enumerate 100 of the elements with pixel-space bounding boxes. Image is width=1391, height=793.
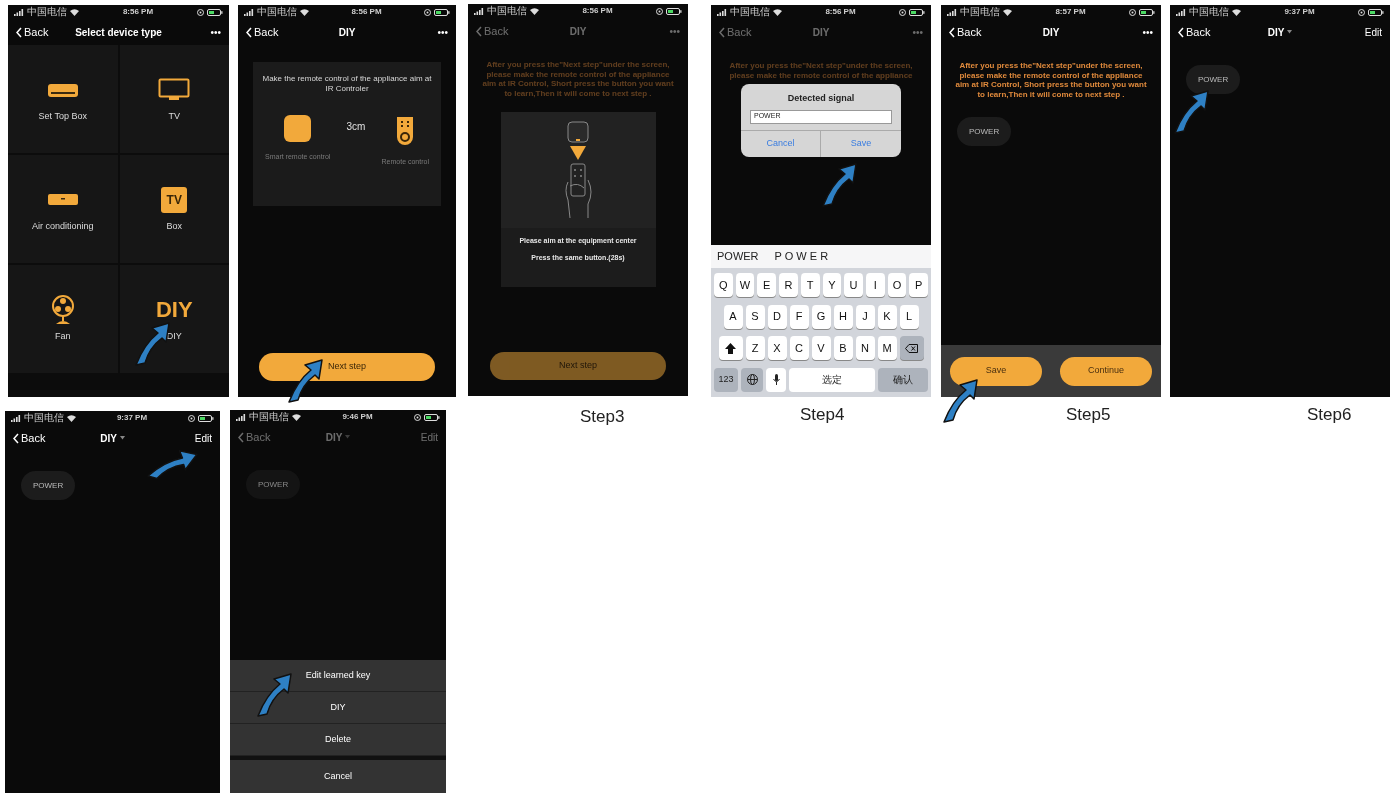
status-time: 9:37 PM: [116, 414, 148, 422]
keyboard-key[interactable]: H: [833, 304, 853, 329]
pointer-arrow: [940, 378, 980, 424]
back-button[interactable]: Back: [719, 23, 752, 41]
word-suggestion[interactable]: POWER: [717, 248, 759, 265]
nav-action-button[interactable]: •••: [437, 24, 448, 40]
learned-key-button[interactable]: POWER: [957, 117, 1012, 147]
globe-key[interactable]: [741, 367, 763, 392]
back-button[interactable]: Back: [476, 22, 509, 40]
screen-title: DIY: [812, 25, 830, 40]
dialog-title: Detected signal: [786, 92, 856, 105]
delete-key[interactable]: [899, 336, 924, 361]
keyboard-key[interactable]: Q: [714, 273, 733, 297]
chevron-left-icon: [1178, 26, 1184, 38]
battery-icon: [207, 8, 223, 16]
keyboard-key[interactable]: F: [789, 304, 809, 329]
nav-action-button[interactable]: Edit: [1364, 24, 1382, 40]
title-dropdown[interactable]: DIY: [1267, 24, 1293, 40]
return-key[interactable]: 确认: [878, 367, 928, 392]
keyboard-key[interactable]: T: [800, 273, 820, 297]
back-button[interactable]: Back: [13, 429, 46, 447]
instruction-text: After you press the"Next step"under the screen, please make the remote control of the appliance: [728, 61, 914, 81]
carrier-name: 中国电信: [1189, 7, 1229, 17]
keyboard-key[interactable]: C: [789, 336, 809, 361]
title-dropdown[interactable]: DIY: [100, 430, 125, 446]
keyboard-key[interactable]: K: [877, 304, 897, 329]
nav-action-button[interactable]: Edit: [420, 429, 438, 445]
device-tile[interactable]: Fan: [8, 265, 118, 373]
learned-key-button[interactable]: POWER: [246, 470, 301, 499]
device-tile[interactable]: TV Box: [119, 155, 229, 263]
tv-icon: [158, 78, 191, 102]
status-time: 8:56 PM: [825, 8, 856, 16]
tile-label: Fan: [54, 330, 72, 342]
microphone-key[interactable]: [766, 367, 786, 392]
alarm-icon: [414, 413, 421, 421]
caret-icon: [119, 436, 125, 440]
cancel-button[interactable]: Cancel: [230, 760, 446, 793]
device-tile[interactable]: Air conditioning: [8, 155, 118, 263]
back-button[interactable]: Back: [949, 23, 982, 41]
set-top-box-icon: [46, 81, 79, 99]
keyboard-key[interactable]: D: [767, 304, 787, 329]
keyboard-key[interactable]: S: [745, 304, 765, 329]
action-sheet-item[interactable]: Delete: [230, 724, 446, 756]
keyboard-key[interactable]: W: [735, 273, 755, 297]
nav-action-button[interactable]: Edit: [194, 430, 212, 446]
action-sheet-item[interactable]: Edit learned key: [230, 660, 446, 692]
keyboard-key[interactable]: J: [855, 304, 875, 329]
keyboard-key[interactable]: M: [877, 336, 897, 361]
wifi-icon: [1232, 8, 1241, 16]
footer-button[interactable]: Continue: [1060, 356, 1152, 386]
instruction-text: After you press the"Next step"under the screen, please make the remote control of the appliance aim at IR Control, Short press the button you want to learn,Then it will come to next step .: [481, 60, 675, 99]
device-tile[interactable]: TV: [119, 45, 229, 153]
numbers-key[interactable]: 123: [714, 367, 738, 392]
screen-title: DIY: [1042, 25, 1060, 40]
keyboard-key[interactable]: E: [757, 273, 777, 297]
keyboard-key[interactable]: V: [811, 336, 831, 361]
learned-key-button[interactable]: POWER: [1186, 65, 1241, 94]
title-dropdown[interactable]: DIY: [325, 429, 351, 445]
instruction-text: After you press the"Next step"under the screen, please make the remote control of the appliance aim at IR Control, Short press the button you want to learn,Then it will come to next step .: [954, 61, 1148, 100]
nav-action-button[interactable]: •••: [1142, 24, 1153, 40]
nav-action-button[interactable]: •••: [210, 24, 221, 40]
nav-action-button[interactable]: •••: [912, 24, 923, 40]
back-button[interactable]: Back: [238, 428, 271, 446]
keyboard-key[interactable]: L: [899, 304, 919, 329]
keyboard-key[interactable]: B: [833, 336, 853, 361]
back-button[interactable]: Back: [1178, 23, 1211, 41]
back-button[interactable]: Back: [16, 23, 49, 41]
keyboard-key[interactable]: U: [844, 273, 863, 297]
keyboard-key[interactable]: Z: [745, 336, 765, 361]
back-button[interactable]: Back: [246, 23, 279, 41]
keyboard-key[interactable]: N: [855, 336, 875, 361]
signal-icon: [717, 8, 727, 16]
keyboard-key[interactable]: G: [811, 304, 831, 329]
keyboard-key[interactable]: R: [779, 273, 798, 297]
space-key[interactable]: 选定: [789, 367, 875, 392]
keyboard-key[interactable]: Y: [822, 273, 842, 297]
keyboard-key[interactable]: I: [865, 273, 885, 297]
chevron-left-icon: [16, 26, 22, 38]
keyboard-key[interactable]: P: [909, 273, 928, 297]
alarm-icon: [188, 414, 195, 422]
footer-button[interactable]: Save: [950, 356, 1042, 386]
globe-icon: [746, 374, 758, 386]
step-caption: Step3: [580, 406, 625, 428]
keyboard-key[interactable]: X: [767, 336, 787, 361]
keyboard-key[interactable]: A: [723, 304, 743, 329]
diy-wordmark: DIY: [155, 299, 193, 321]
shift-key[interactable]: [718, 336, 743, 361]
device-tile[interactable]: Set Top Box: [8, 45, 118, 153]
nav-action-button[interactable]: •••: [669, 23, 680, 39]
alarm-icon: [197, 8, 204, 16]
device-tile[interactable]: DIY DIY: [119, 265, 229, 373]
alarm-icon: [1129, 8, 1136, 16]
learned-key-button[interactable]: POWER: [21, 471, 76, 500]
word-suggestion[interactable]: P O W E R: [774, 248, 829, 265]
action-sheet-item[interactable]: DIY: [230, 692, 446, 724]
status-time: 9:46 PM: [342, 413, 373, 421]
signal-icon: [1176, 8, 1186, 16]
keyboard-key[interactable]: O: [887, 273, 907, 297]
status-time: 8:56 PM: [582, 7, 613, 15]
next-step-button[interactable]: Next step: [259, 353, 435, 381]
